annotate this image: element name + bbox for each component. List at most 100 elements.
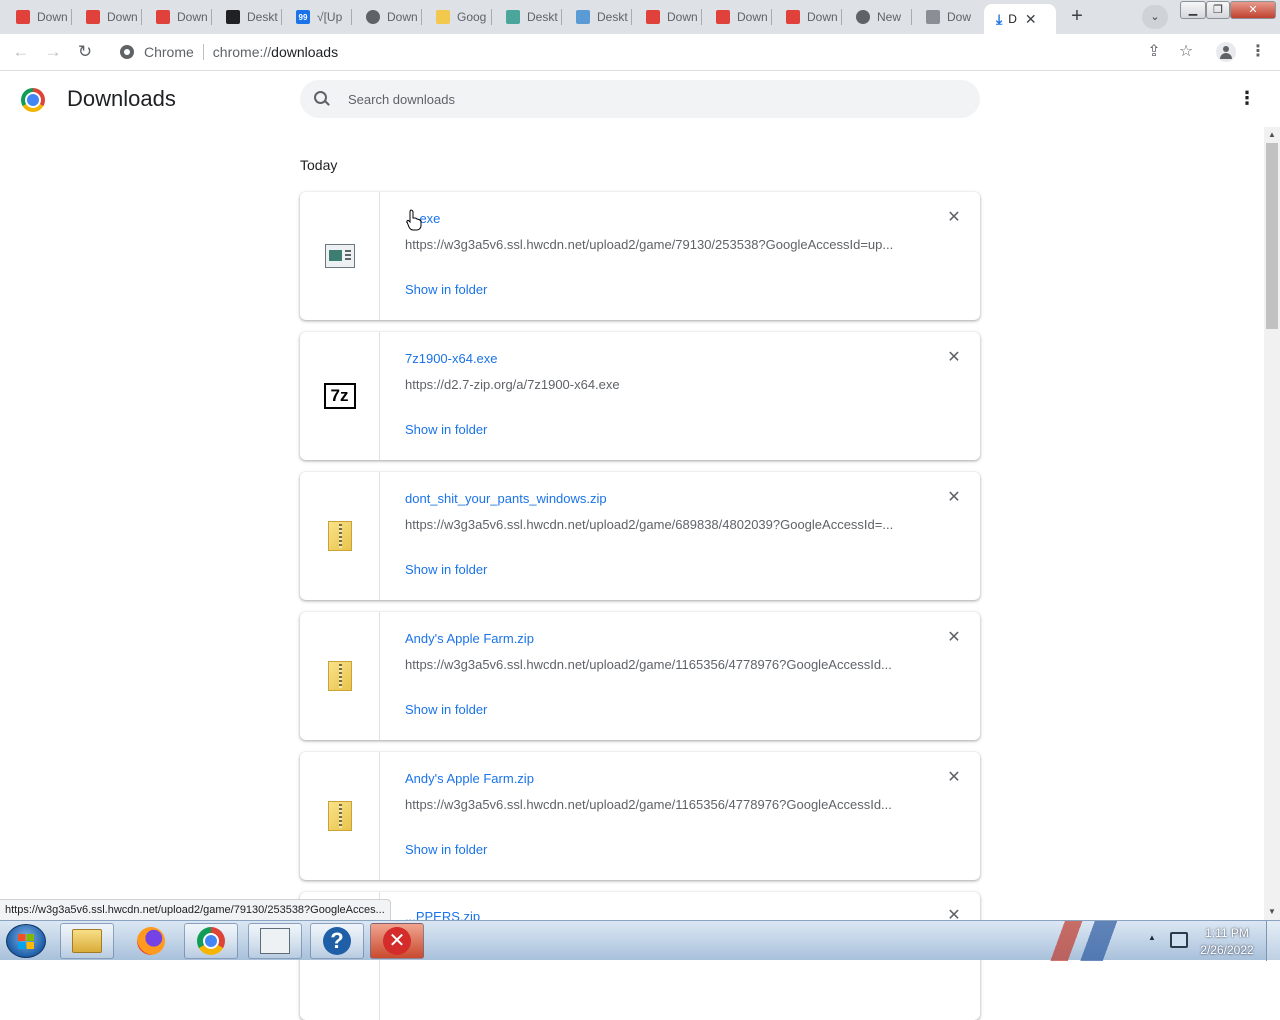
show-in-folder-link[interactable]: Show in folder <box>405 562 487 577</box>
tray-expand-icon[interactable]: ▲ <box>1148 933 1156 942</box>
tab-8[interactable]: Deskt <box>490 4 562 30</box>
download-item: 7z 7z1900-x64.exe https://d2.7-zip.org/a… <box>300 332 980 460</box>
tab-12[interactable]: Down <box>770 4 842 30</box>
new-tab-button[interactable]: + <box>1066 6 1088 28</box>
tab-downloads-active[interactable]: ⤓ D ✕ <box>984 4 1056 34</box>
address-bar[interactable]: Chrome chrome://downloads <box>110 38 1168 66</box>
tab-5[interactable]: 99 √[Up <box>280 4 352 30</box>
tab-title: Deskt <box>597 10 628 24</box>
tab-2[interactable]: Down <box>70 4 142 30</box>
search-icon <box>314 91 330 107</box>
windows-taskbar: ? ✕ ▲ 1:11 PM 2/26/2022 <box>0 920 1280 961</box>
date-header: Today <box>300 157 338 173</box>
source-url-link[interactable]: https://w3g3a5v6.ssl.hwcdn.net/upload2/g… <box>405 517 905 532</box>
remove-download-icon[interactable]: ✕ <box>944 488 964 508</box>
tab-6[interactable]: Down <box>350 4 422 30</box>
taskbar-close-app[interactable]: ✕ <box>370 923 424 959</box>
itchio-icon <box>16 10 30 24</box>
downloads-header: Downloads ⋮ <box>0 71 1280 127</box>
page-scrollbar[interactable]: ▲ ▼ <box>1264 127 1280 920</box>
remove-download-icon[interactable]: ✕ <box>944 768 964 788</box>
source-url-link[interactable]: https://w3g3a5v6.ssl.hwcdn.net/upload2/g… <box>405 797 905 812</box>
taskbar-app-window[interactable] <box>248 923 302 959</box>
close-app-icon: ✕ <box>383 927 411 955</box>
remove-download-icon[interactable]: ✕ <box>944 348 964 368</box>
file-name-link[interactable]: Andy's Apple Farm.zip <box>405 771 534 786</box>
taskbar-chrome[interactable] <box>184 923 238 959</box>
firefox-icon <box>137 927 165 955</box>
source-url-link[interactable]: https://d2.7-zip.org/a/7z1900-x64.exe <box>405 377 905 392</box>
file-name-link[interactable]: dont_shit_your_pants_windows.zip <box>405 491 607 506</box>
clock-time[interactable]: 1:11 PM <box>1196 926 1258 940</box>
show-in-folder-link[interactable]: Show in folder <box>405 422 487 437</box>
back-button[interactable]: ← <box>9 40 33 64</box>
globe-icon <box>366 10 380 24</box>
itchio-icon <box>786 10 800 24</box>
taskbar-firefox[interactable] <box>124 923 178 959</box>
tab-title: Down <box>737 10 768 24</box>
scroll-up-arrow-icon[interactable]: ▲ <box>1264 127 1280 143</box>
tab-10[interactable]: Down <box>630 4 702 30</box>
window-close-button[interactable]: ✕ <box>1230 1 1276 19</box>
99-icon: 99 <box>296 10 310 24</box>
tab-title: New <box>877 10 902 24</box>
itchio-icon <box>86 10 100 24</box>
show-in-folder-link[interactable]: Show in folder <box>405 702 487 717</box>
show-in-folder-link[interactable]: Show in folder <box>405 842 487 857</box>
source-url-link[interactable]: https://w3g3a5v6.ssl.hwcdn.net/upload2/g… <box>405 237 905 252</box>
source-url-link[interactable]: https://w3g3a5v6.ssl.hwcdn.net/upload2/g… <box>405 657 905 672</box>
maximize-button[interactable]: ❐ <box>1206 1 1230 19</box>
clock-date[interactable]: 2/26/2022 <box>1196 943 1258 957</box>
start-button[interactable] <box>6 924 46 958</box>
reload-button[interactable]: ↻ <box>73 40 97 64</box>
tab-13[interactable]: New <box>840 4 912 30</box>
search-box[interactable] <box>300 80 980 118</box>
file-name-link[interactable]: Andy's Apple Farm.zip <box>405 631 534 646</box>
tab-search-button[interactable]: ⌄ <box>1142 5 1168 29</box>
search-input[interactable] <box>346 90 946 108</box>
address-path: downloads <box>271 44 339 60</box>
scroll-down-arrow-icon[interactable]: ▼ <box>1264 904 1280 920</box>
tab-title: Down <box>667 10 698 24</box>
forward-button[interactable]: → <box>41 40 65 64</box>
remove-download-icon[interactable]: ✕ <box>944 208 964 228</box>
7zip-icon: 7z <box>323 383 356 409</box>
minimize-button[interactable]: ▁ <box>1180 1 1206 19</box>
tab-14[interactable]: Dow <box>910 4 982 30</box>
taskbar-help[interactable]: ? <box>310 923 364 959</box>
tab-title: Deskt <box>247 10 278 24</box>
address-scheme: chrome:// <box>212 44 272 60</box>
remove-download-icon[interactable]: ✕ <box>944 628 964 648</box>
tab-title: Down <box>387 10 418 24</box>
zip-folder-icon <box>327 801 352 831</box>
tab-3[interactable]: Down <box>140 4 212 30</box>
link-status-bubble: https://w3g3a5v6.ssl.hwcdn.net/upload2/g… <box>0 899 391 920</box>
tab-strip: Down Down Down Deskt 99 √[Up Down Goog De… <box>0 0 1280 34</box>
tab-title: D <box>1008 12 1017 26</box>
show-in-folder-link[interactable]: Show in folder <box>405 282 487 297</box>
network-icon[interactable] <box>1170 932 1188 948</box>
tab-4[interactable]: Deskt <box>210 4 282 30</box>
chrome-logo-icon <box>21 88 45 112</box>
profile-icon[interactable] <box>1214 40 1238 64</box>
scroll-thumb[interactable] <box>1266 143 1278 329</box>
more-actions-icon[interactable]: ⋮ <box>1238 87 1256 111</box>
download-icon: ⤓ <box>996 10 1003 27</box>
taskbar-explorer[interactable] <box>60 923 114 959</box>
show-desktop-button[interactable] <box>1266 921 1280 961</box>
tab-11[interactable]: Down <box>700 4 772 30</box>
tab-9[interactable]: Deskt <box>560 4 632 30</box>
tab-title: Down <box>107 10 138 24</box>
close-tab-icon[interactable]: ✕ <box>1025 11 1037 28</box>
bookmark-star-icon[interactable]: ☆ <box>1174 40 1198 64</box>
file-name-link[interactable]: 7z1900-x64.exe <box>405 351 498 366</box>
tab-1[interactable]: Down <box>0 4 72 30</box>
chrome-menu-icon[interactable]: ⋮ <box>1246 40 1270 64</box>
chrome-page-icon <box>120 45 134 59</box>
download-item: Andy's Apple Farm.zip https://w3g3a5v6.s… <box>300 752 980 880</box>
hand-cursor-icon <box>406 209 422 231</box>
zip-folder-icon <box>327 521 352 551</box>
share-icon[interactable]: ⇪ <box>1142 40 1166 64</box>
tab-7[interactable]: Goog <box>420 4 492 30</box>
tab-title: Dow <box>947 10 972 24</box>
